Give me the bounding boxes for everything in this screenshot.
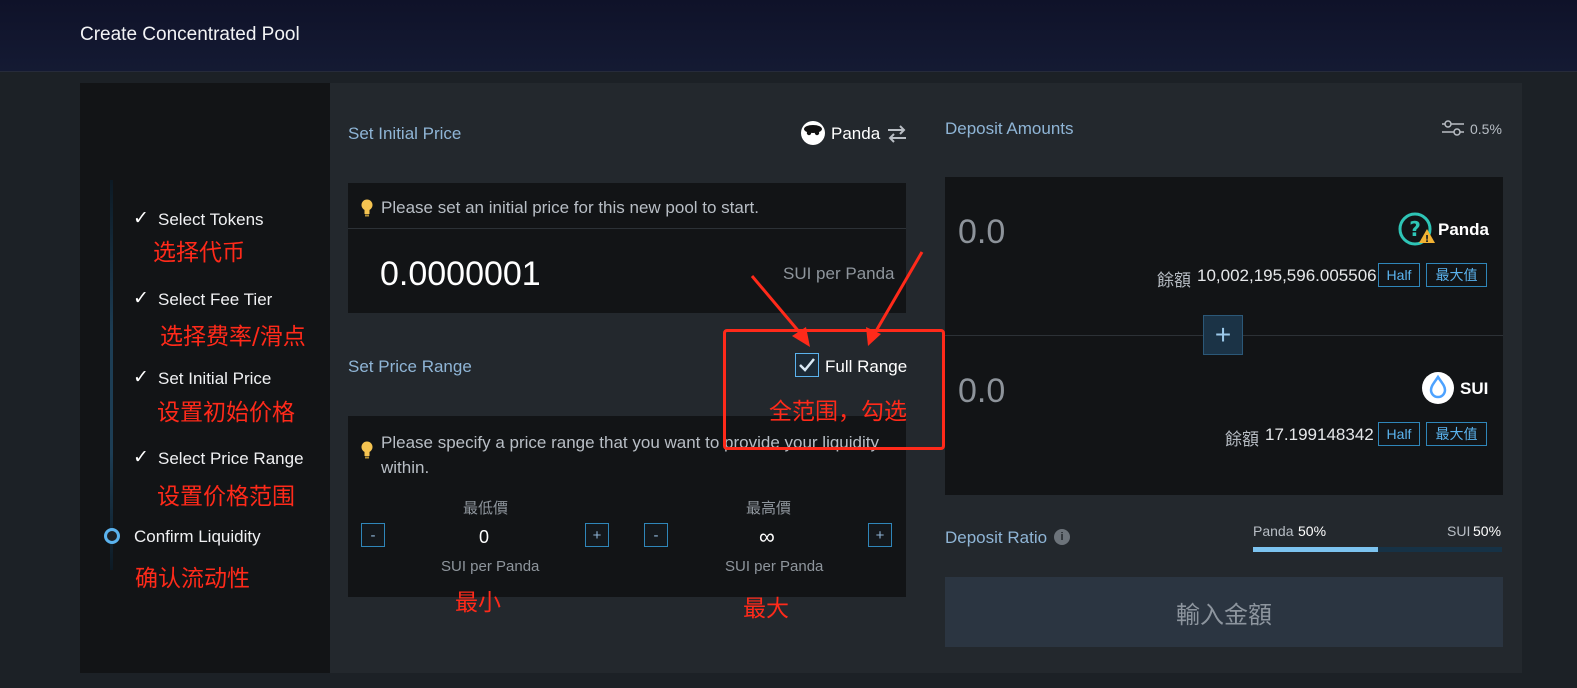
lightbulb-icon bbox=[360, 441, 374, 459]
sui-token-icon bbox=[1421, 371, 1455, 405]
slippage-value[interactable]: 0.5% bbox=[1470, 121, 1502, 137]
deposit-title: Deposit Amounts bbox=[945, 119, 1074, 138]
page-title: Create Concentrated Pool bbox=[80, 24, 300, 45]
step-select-price-range[interactable]: Select Price Range bbox=[158, 449, 304, 469]
base-token-label: Panda bbox=[831, 124, 881, 143]
initial-price-hint: Please set an initial price for this new… bbox=[381, 198, 759, 217]
deposit-ratio-title: Deposit Ratio bbox=[945, 528, 1048, 547]
sui-half-button[interactable]: Half bbox=[1378, 422, 1420, 446]
ratio-left-token: Panda bbox=[1253, 523, 1294, 539]
ratio-bar-fill bbox=[1253, 547, 1378, 552]
annotation-select-price-range: 设置价格范围 bbox=[157, 484, 295, 510]
sui-max-button[interactable]: 最大值 bbox=[1426, 422, 1487, 446]
annotation-select-tokens: 选择代币 bbox=[153, 240, 245, 266]
min-price-label: 最低價 bbox=[463, 500, 509, 517]
annotation-select-fee-tier: 选择费率/滑点 bbox=[160, 324, 306, 350]
max-price-decrement-button[interactable]: - bbox=[644, 523, 668, 547]
panda-balance-value: 10,002,195,596.005506 bbox=[1197, 266, 1377, 285]
steps-progress-line bbox=[110, 180, 113, 570]
min-price-unit: SUI per Panda bbox=[441, 558, 540, 575]
price-range-title: Set Price Range bbox=[348, 357, 472, 376]
annotation-min: 最小 bbox=[455, 590, 501, 616]
settings-sliders-icon[interactable] bbox=[1441, 119, 1465, 137]
ratio-right-token: SUI bbox=[1447, 523, 1471, 539]
max-price-increment-button[interactable]: + bbox=[868, 523, 892, 547]
step-set-initial-price[interactable]: Set Initial Price bbox=[158, 369, 271, 389]
step-confirm-liquidity[interactable]: Confirm Liquidity bbox=[134, 527, 261, 547]
enter-amount-button[interactable]: 輸入金額 bbox=[945, 577, 1503, 647]
annotation-full-range: 全范围，勾选 bbox=[769, 399, 907, 425]
min-price-decrement-button[interactable]: - bbox=[361, 523, 385, 547]
check-icon: ✓ bbox=[133, 367, 149, 388]
sui-amount-input[interactable] bbox=[958, 369, 1258, 413]
annotation-set-initial-price: 设置初始价格 bbox=[157, 400, 295, 426]
info-icon[interactable]: i bbox=[1054, 529, 1070, 545]
swap-direction-icon[interactable] bbox=[886, 124, 908, 144]
svg-text:?: ? bbox=[1409, 217, 1421, 241]
max-price-label: 最高價 bbox=[746, 500, 792, 517]
panda-max-button[interactable]: 最大值 bbox=[1426, 263, 1487, 287]
add-icon: + bbox=[1203, 315, 1243, 355]
min-price-value[interactable]: 0 bbox=[479, 527, 489, 548]
check-icon: ✓ bbox=[133, 288, 149, 309]
panda-balance-label: 餘額 bbox=[1157, 271, 1191, 290]
panda-amount-input[interactable] bbox=[958, 210, 1258, 254]
panda-token-symbol: Panda bbox=[1438, 220, 1490, 239]
current-step-indicator bbox=[104, 528, 120, 544]
annotation-confirm-liquidity: 确认流动性 bbox=[135, 566, 250, 592]
max-price-unit: SUI per Panda bbox=[725, 558, 824, 575]
divider bbox=[348, 228, 906, 229]
ratio-left-pct: 50% bbox=[1298, 523, 1327, 539]
ratio-right-pct: 50% bbox=[1473, 523, 1502, 539]
max-price-value[interactable]: ∞ bbox=[759, 524, 775, 550]
panda-half-button[interactable]: Half bbox=[1378, 263, 1420, 287]
step-select-fee-tier[interactable]: Select Fee Tier bbox=[158, 290, 272, 310]
annotation-arrows bbox=[750, 251, 924, 347]
min-price-increment-button[interactable]: + bbox=[585, 523, 609, 547]
initial-price-input[interactable] bbox=[380, 250, 760, 298]
sui-token-symbol: SUI bbox=[1460, 379, 1489, 398]
annotation-max: 最大 bbox=[743, 596, 789, 622]
unknown-token-icon: ? ! bbox=[1397, 211, 1437, 247]
ratio-bar bbox=[1253, 547, 1502, 552]
svg-text:!: ! bbox=[1425, 234, 1430, 245]
initial-price-title: Set Initial Price bbox=[348, 124, 462, 143]
panda-token-icon bbox=[800, 120, 826, 146]
check-icon: ✓ bbox=[133, 447, 149, 468]
step-select-tokens[interactable]: Select Tokens bbox=[158, 210, 264, 230]
sui-balance-value: 17.199148342 bbox=[1265, 425, 1374, 444]
lightbulb-icon bbox=[360, 199, 374, 217]
check-icon: ✓ bbox=[133, 208, 149, 229]
sui-balance-label: 餘額 bbox=[1225, 430, 1259, 449]
